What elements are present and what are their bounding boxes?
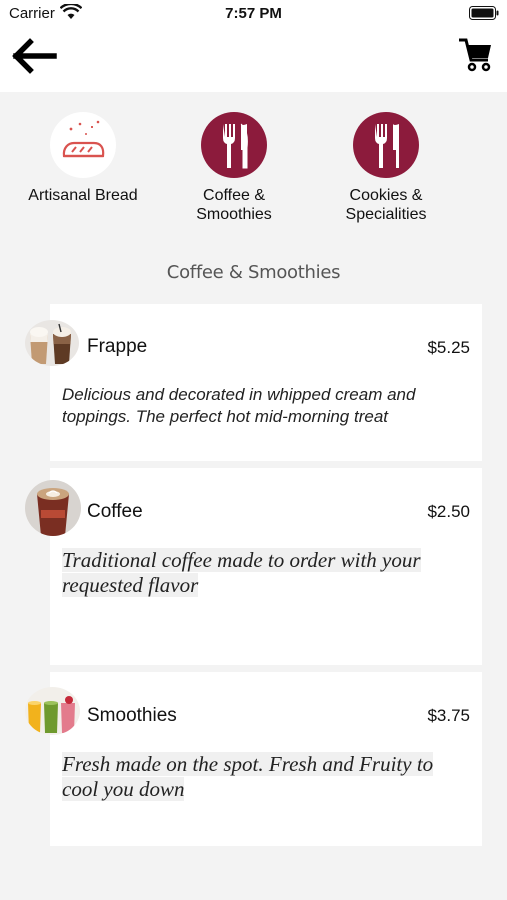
battery-icon: [469, 6, 499, 20]
item-name: Smoothies: [87, 705, 177, 726]
item-description: Fresh made on the spot. Fresh and Fruity…: [62, 752, 462, 802]
item-name: Coffee: [87, 501, 143, 522]
smoothies-photo: [25, 687, 80, 735]
item-description-text: Traditional coffee made to order with yo…: [62, 548, 421, 597]
clock: 7:57 PM: [225, 5, 282, 22]
item-price: $3.75: [427, 706, 470, 725]
fork-knife-icon: [201, 112, 267, 178]
shopping-cart-icon: [459, 38, 491, 72]
cart-button[interactable]: [457, 34, 495, 74]
item-name: Frappe: [87, 336, 148, 357]
section-title: Coffee & Smoothies: [166, 262, 341, 283]
category-artisanal-bread[interactable]: Artisanal Bread: [8, 112, 158, 205]
menu-item-card[interactable]: [50, 304, 482, 461]
nav-bar: [0, 28, 507, 92]
category-cookies-specialities[interactable]: Cookies & Specialities: [311, 112, 461, 224]
item-description: Traditional coffee made to order with yo…: [62, 548, 462, 598]
item-price: $5.25: [427, 338, 470, 357]
bread-icon: [50, 112, 116, 178]
category-label: Artisanal Bread: [28, 187, 138, 204]
category-label: Coffee & Smoothies: [196, 187, 272, 223]
frappe-photo: [25, 320, 79, 366]
back-button[interactable]: [10, 36, 58, 76]
item-price: $2.50: [427, 502, 470, 521]
item-description: Delicious and decorated in whipped cream…: [62, 385, 416, 426]
item-description-text: Fresh made on the spot. Fresh and Fruity…: [62, 752, 434, 801]
coffee-photo: [25, 480, 81, 536]
status-bar: Carrier 7:57 PM: [0, 0, 507, 28]
category-label: Cookies & Specialities: [345, 187, 427, 223]
category-coffee-smoothies[interactable]: Coffee & Smoothies: [159, 112, 309, 224]
arrow-left-icon: [12, 38, 57, 74]
fork-knife-icon: [353, 112, 419, 178]
